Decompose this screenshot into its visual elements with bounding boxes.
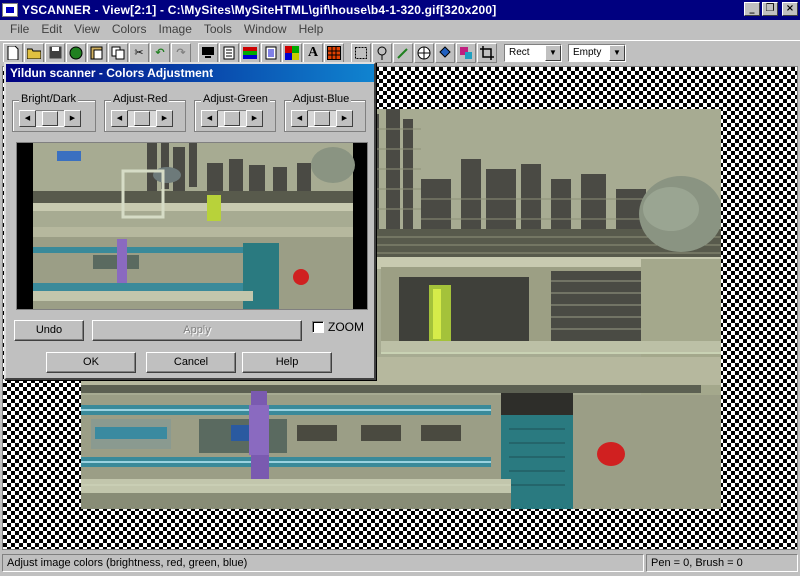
arrow-right-icon[interactable]: ▶: [156, 110, 173, 127]
crop-icon[interactable]: [477, 42, 497, 63]
window-controls: _ ❐ ×: [744, 2, 798, 16]
shape-select[interactable]: Rect ▼: [504, 43, 562, 62]
scroll-track[interactable]: [36, 110, 64, 127]
text-icon[interactable]: A: [303, 42, 323, 63]
adjust-green-group: Adjust-Green ◀ ▶: [194, 93, 276, 132]
grid-icon[interactable]: [324, 42, 344, 63]
dialog-title: Yildun scanner - Colors Adjustment: [6, 64, 374, 82]
preview-image: [16, 142, 368, 310]
adjust-red-scrollbar[interactable]: ◀ ▶: [111, 110, 173, 127]
scroll-thumb[interactable]: [134, 111, 150, 126]
group-label: Adjust-Red: [111, 93, 170, 105]
arrow-right-icon[interactable]: ▶: [336, 110, 353, 127]
page-icon[interactable]: [219, 42, 239, 63]
bright-dark-scrollbar[interactable]: ◀ ▶: [19, 110, 81, 127]
scan-icon[interactable]: [66, 42, 86, 63]
status-bar: Adjust image colors (brightness, red, gr…: [0, 552, 800, 574]
colors-adjustment-dialog: Yildun scanner - Colors Adjustment Brigh…: [4, 62, 376, 380]
cut-icon[interactable]: ✂: [129, 42, 149, 63]
monitor-icon[interactable]: [198, 42, 218, 63]
chevron-down-icon[interactable]: ▼: [609, 44, 625, 61]
menu-view[interactable]: View: [68, 22, 106, 36]
scroll-track[interactable]: [308, 110, 336, 127]
arrow-left-icon[interactable]: ◀: [19, 110, 36, 127]
menu-image[interactable]: Image: [153, 22, 198, 36]
close-button[interactable]: ×: [782, 2, 798, 16]
arrow-left-icon[interactable]: ◀: [291, 110, 308, 127]
menu-tools[interactable]: Tools: [198, 22, 238, 36]
bright-dark-group: Bright/Dark ◀ ▶: [12, 93, 96, 132]
brush-icon[interactable]: [456, 42, 476, 63]
fill-icon[interactable]: [414, 42, 434, 63]
adjust-blue-group: Adjust-Blue ◀ ▶: [284, 93, 366, 132]
arrow-left-icon[interactable]: ◀: [201, 110, 218, 127]
chevron-down-icon[interactable]: ▼: [545, 44, 561, 61]
status-message: Adjust image colors (brightness, red, gr…: [2, 554, 644, 572]
adjust-blue-scrollbar[interactable]: ◀ ▶: [291, 110, 353, 127]
group-label: Adjust-Green: [201, 93, 270, 105]
scroll-thumb[interactable]: [224, 111, 240, 126]
group-label: Adjust-Blue: [291, 93, 352, 105]
pencil-icon[interactable]: [393, 42, 413, 63]
menu-window[interactable]: Window: [238, 22, 293, 36]
menu-file[interactable]: File: [4, 22, 35, 36]
undo-button[interactable]: Undo: [14, 320, 84, 341]
restore-button[interactable]: ❐: [762, 2, 778, 16]
save-icon[interactable]: [45, 42, 65, 63]
adjust-green-scrollbar[interactable]: ◀ ▶: [201, 110, 263, 127]
fill-select[interactable]: Empty ▼: [568, 43, 626, 62]
apply-button[interactable]: Apply: [92, 320, 302, 341]
scroll-thumb[interactable]: [314, 111, 330, 126]
minimize-button[interactable]: _: [744, 2, 760, 16]
shape-select-value: Rect: [509, 46, 530, 58]
ok-button[interactable]: OK: [46, 352, 136, 373]
window-title: YSCANNER - View[2:1] - C:\MySites\MySite…: [22, 3, 497, 17]
checkbox-box[interactable]: [312, 321, 324, 333]
open-folder-icon[interactable]: [24, 42, 44, 63]
new-file-icon[interactable]: [3, 42, 23, 63]
menu-help[interactable]: Help: [293, 22, 330, 36]
menu-colors[interactable]: Colors: [106, 22, 153, 36]
scroll-thumb[interactable]: [42, 111, 58, 126]
paste-icon[interactable]: [87, 42, 107, 63]
cancel-button[interactable]: Cancel: [146, 352, 236, 373]
zoom-label: ZOOM: [328, 320, 364, 334]
scroll-track[interactable]: [128, 110, 156, 127]
fill-select-value: Empty: [573, 46, 602, 58]
group-label: Bright/Dark: [19, 93, 79, 105]
arrow-right-icon[interactable]: ▶: [246, 110, 263, 127]
app-icon[interactable]: [2, 3, 18, 17]
help-button[interactable]: Help: [242, 352, 332, 373]
adjust-red-group: Adjust-Red ◀ ▶: [104, 93, 186, 132]
list-icon[interactable]: [261, 42, 281, 63]
bucket-icon[interactable]: [435, 42, 455, 63]
pen-brush-status: Pen = 0, Brush = 0: [646, 554, 798, 572]
menu-bar: File Edit View Colors Image Tools Window…: [0, 20, 800, 38]
undo-icon[interactable]: ↶: [150, 42, 170, 63]
copy-icon[interactable]: [108, 42, 128, 63]
toolbar: ✂ ↶ ↷ A Rect ▼ Empty ▼: [0, 40, 800, 64]
redo-icon[interactable]: ↷: [171, 42, 191, 63]
colors-icon[interactable]: [282, 42, 302, 63]
zoom-checkbox[interactable]: ZOOM: [312, 320, 364, 334]
palette-icon[interactable]: [240, 42, 260, 63]
arrow-right-icon[interactable]: ▶: [64, 110, 81, 127]
dropper-icon[interactable]: [372, 42, 392, 63]
scroll-track[interactable]: [218, 110, 246, 127]
arrow-left-icon[interactable]: ◀: [111, 110, 128, 127]
menu-edit[interactable]: Edit: [35, 22, 68, 36]
main-title-bar: YSCANNER - View[2:1] - C:\MySites\MySite…: [0, 0, 800, 20]
select-icon[interactable]: [351, 42, 371, 63]
